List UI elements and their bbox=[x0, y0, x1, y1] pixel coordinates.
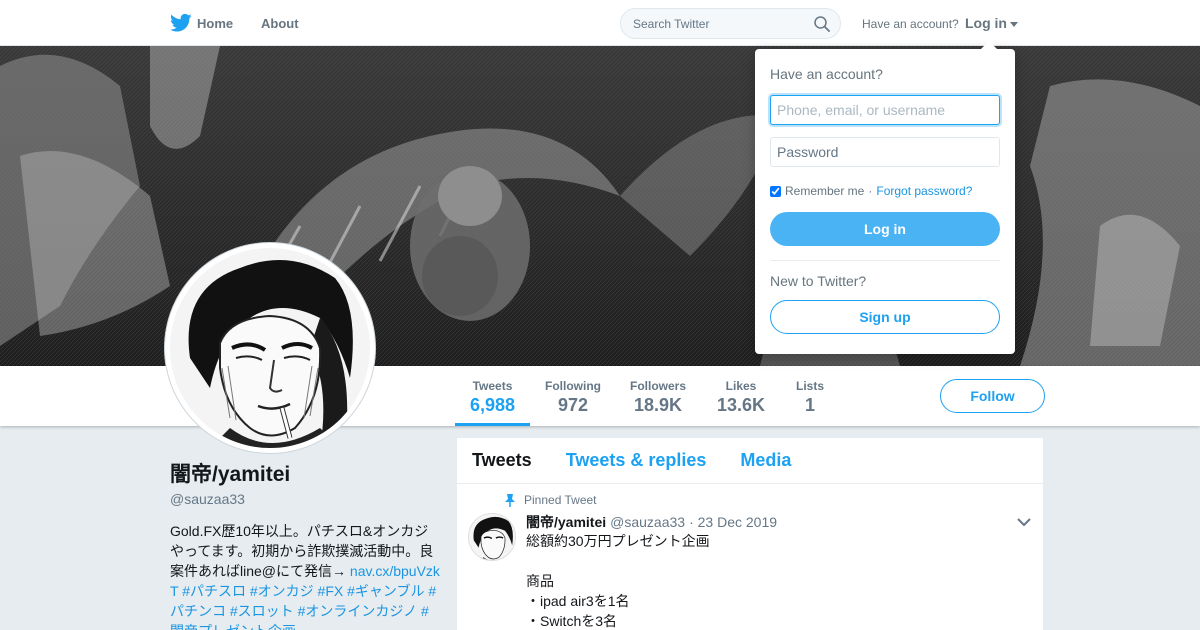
stat-followers[interactable]: Followers 18.9K bbox=[622, 366, 694, 426]
tweet-author-handle[interactable]: @sauzaa33 bbox=[610, 514, 685, 530]
chevron-down-icon bbox=[1010, 21, 1018, 27]
tab-media[interactable]: Media bbox=[740, 450, 791, 471]
login-dropdown-toggle[interactable]: Log in bbox=[965, 15, 1018, 31]
avatar-portrait bbox=[170, 248, 370, 448]
stat-label: Lists bbox=[795, 379, 824, 393]
stat-value: 13.6K bbox=[716, 395, 766, 415]
profile-bio: Gold.FX歴10年以上。パチスロ&オンカジやってます。初期から詐欺撲滅活動中… bbox=[170, 521, 440, 630]
profile-name[interactable]: 闇帝/yamitei bbox=[170, 462, 440, 487]
remember-me-checkbox[interactable] bbox=[770, 185, 781, 197]
remember-me-label[interactable]: Remember me bbox=[785, 184, 864, 198]
login-dropdown: Have an account? Remember me · Forgot pa… bbox=[755, 41, 1015, 354]
forgot-password-link[interactable]: Forgot password? bbox=[876, 184, 972, 198]
tab-tweets-replies[interactable]: Tweets & replies bbox=[566, 450, 707, 471]
timeline: Tweets Tweets & replies Media Pinned Twe… bbox=[456, 437, 1044, 630]
remember-me-row: Remember me · Forgot password? bbox=[770, 184, 972, 198]
stat-value: 6,988 bbox=[469, 395, 516, 415]
tweet-line: ・Switchを3名 bbox=[526, 613, 618, 629]
stat-likes[interactable]: Likes 13.6K bbox=[709, 366, 773, 426]
stat-label: Followers bbox=[629, 379, 686, 393]
username-input[interactable] bbox=[770, 95, 1000, 125]
divider bbox=[770, 260, 1000, 261]
login-button[interactable]: Log in bbox=[770, 212, 1000, 246]
search-input[interactable] bbox=[621, 9, 801, 38]
twitter-bird-icon[interactable] bbox=[170, 13, 192, 33]
tweet-header: 闇帝/yamitei @sauzaa33 · 23 Dec 2019 bbox=[526, 512, 777, 532]
stat-label: Tweets bbox=[472, 379, 513, 393]
stat-label: Following bbox=[545, 379, 601, 393]
tab-tweets[interactable]: Tweets bbox=[472, 450, 532, 471]
bio-hashtags[interactable]: #パチスロ #オンカジ #FX #ギャンブル #パチンコ #スロット #オンライ… bbox=[170, 583, 436, 630]
stat-following[interactable]: Following 972 bbox=[537, 366, 609, 426]
search-box bbox=[620, 8, 841, 39]
profile-card: 闇帝/yamitei @sauzaa33 Gold.FX歴10年以上。パチスロ&… bbox=[170, 462, 440, 630]
have-account-text: Have an account? bbox=[862, 17, 959, 31]
stat-label: Likes bbox=[725, 379, 757, 393]
pinned-label: Pinned Tweet bbox=[505, 493, 597, 507]
search-icon[interactable] bbox=[814, 16, 830, 32]
separator-dot: · bbox=[868, 184, 873, 198]
signup-button[interactable]: Sign up bbox=[770, 300, 1000, 334]
new-to-twitter-text: New to Twitter? bbox=[770, 273, 867, 289]
stat-value: 1 bbox=[804, 395, 815, 415]
pin-icon bbox=[505, 494, 515, 507]
chevron-down-icon[interactable] bbox=[1017, 517, 1031, 527]
follow-button[interactable]: Follow bbox=[940, 379, 1045, 413]
tweet-author-name[interactable]: 闇帝/yamitei bbox=[526, 512, 606, 532]
stat-tweets[interactable]: Tweets 6,988 bbox=[455, 366, 530, 426]
tweet-item[interactable]: Pinned Tweet 闇帝/yamitei @sauzaa33 · 23 D… bbox=[457, 484, 1043, 630]
password-input[interactable] bbox=[770, 137, 1000, 167]
login-toggle-label: Log in bbox=[965, 15, 1007, 31]
stat-value: 972 bbox=[557, 395, 589, 415]
tweet-avatar-portrait bbox=[469, 514, 515, 560]
stat-value: 18.9K bbox=[633, 395, 683, 415]
nav-home-link[interactable]: Home bbox=[197, 16, 233, 31]
login-dropdown-title: Have an account? bbox=[770, 66, 883, 82]
pinned-text: Pinned Tweet bbox=[524, 493, 597, 507]
tweet-line: 商品 bbox=[526, 573, 554, 589]
tweet-text: 総額約30万円プレゼント企画 商品 ・ipad air3を1名 ・Switchを… bbox=[526, 531, 710, 630]
stat-lists[interactable]: Lists 1 bbox=[788, 366, 832, 426]
tweet-avatar[interactable] bbox=[468, 513, 516, 561]
profile-avatar[interactable] bbox=[165, 243, 375, 453]
tweet-timestamp[interactable]: · 23 Dec 2019 bbox=[689, 514, 777, 530]
tweet-line: ・ipad air3を1名 bbox=[526, 593, 630, 609]
tweet-line: 総額約30万円プレゼント企画 bbox=[526, 533, 710, 549]
top-navigation: Home About Have an account? Log in bbox=[0, 0, 1200, 46]
nav-about-link[interactable]: About bbox=[261, 16, 299, 31]
profile-handle[interactable]: @sauzaa33 bbox=[170, 491, 440, 507]
timeline-tabs: Tweets Tweets & replies Media bbox=[457, 438, 1043, 484]
tweet-line bbox=[526, 551, 710, 571]
